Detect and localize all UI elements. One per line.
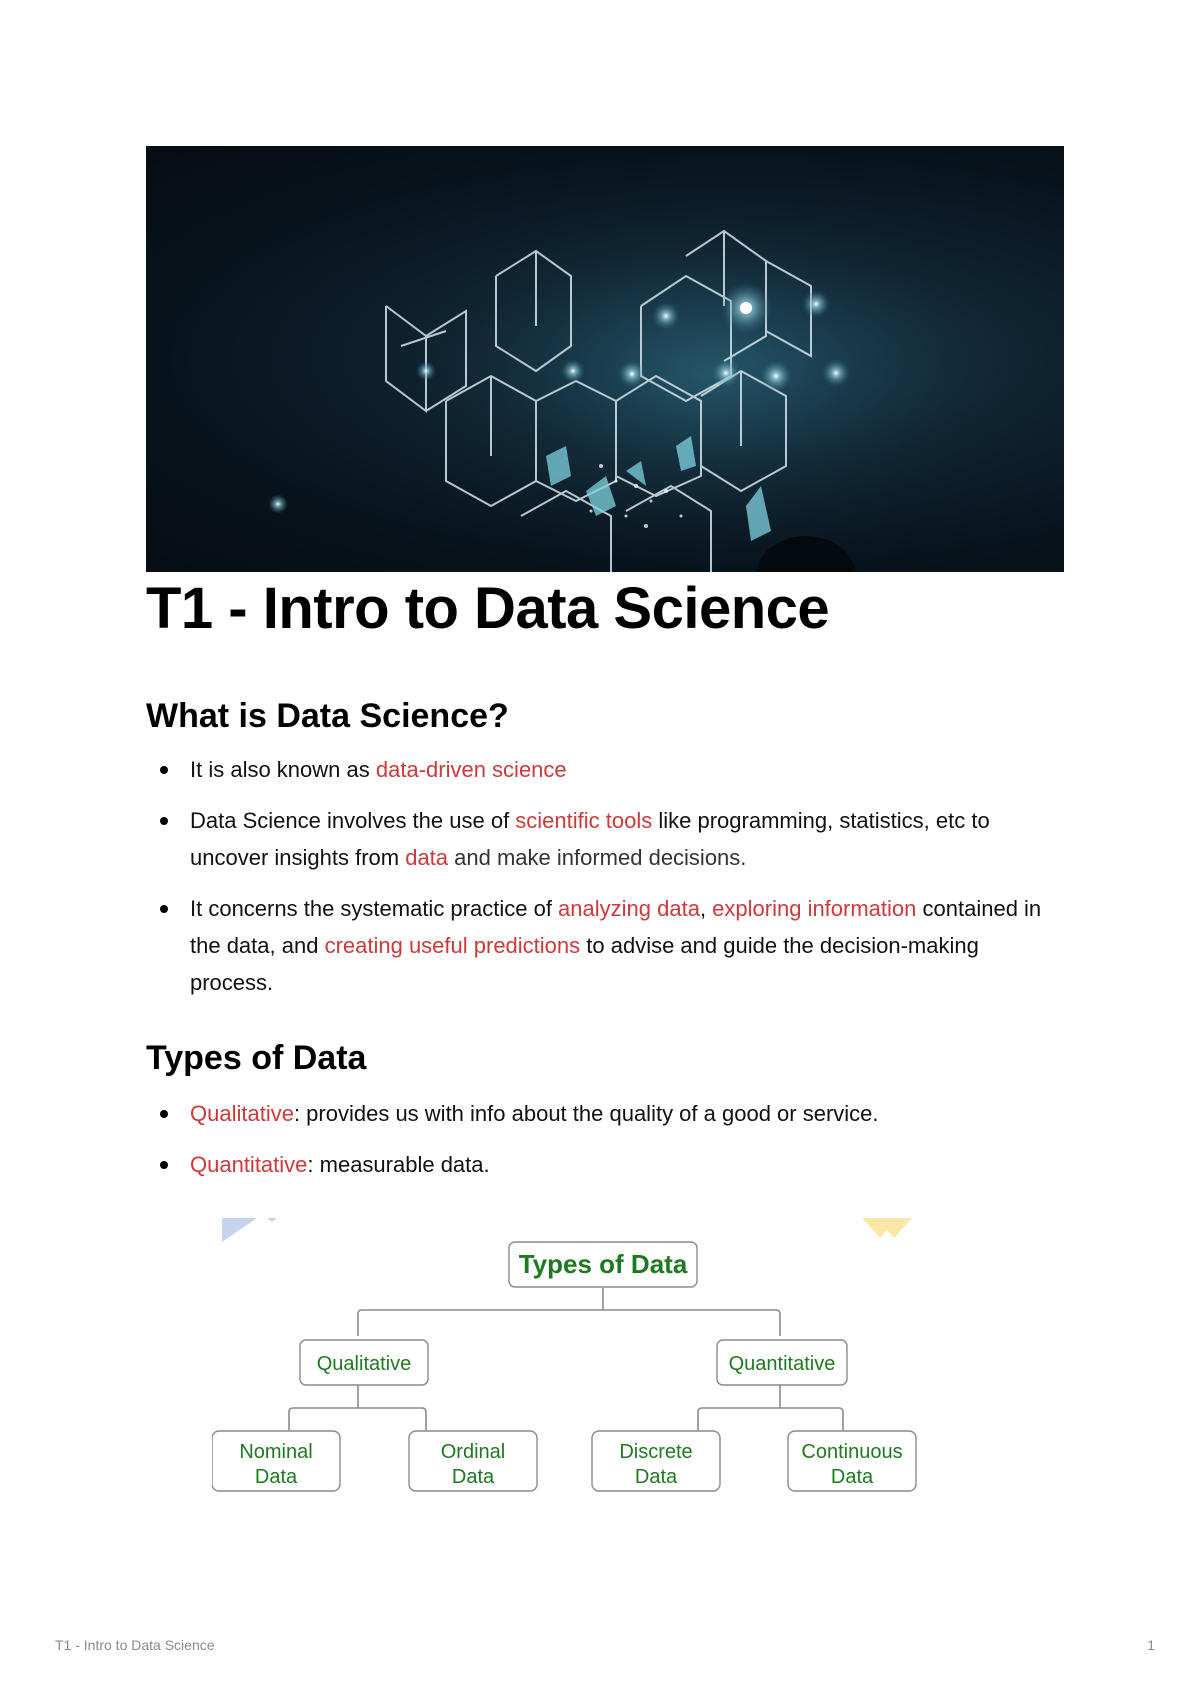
- connector-quantitative-children: [697, 1407, 844, 1430]
- list-item-text: : provides us with info about the qualit…: [293, 1101, 879, 1126]
- node-root: Types of Data: [508, 1241, 698, 1288]
- node-ordinal-line2: Data: [452, 1466, 495, 1488]
- node-nominal-line1: Nominal: [239, 1441, 312, 1463]
- node-continuous-line1: Continuous: [801, 1441, 902, 1463]
- highlighted-term: data: [405, 845, 449, 870]
- diagram-svg: Types of Data Qualitative Quantitative N…: [211, 1218, 917, 1492]
- footer-document-title: T1 - Intro to Data Science: [55, 1637, 215, 1653]
- node-continuous-data: Continuous Data: [787, 1430, 917, 1492]
- list-item: It concerns the systematic practice of a…: [146, 890, 1066, 1001]
- node-nominal-line2: Data: [255, 1466, 298, 1488]
- decorative-blue-dot: [267, 1218, 277, 1222]
- node-qualitative: Qualitative: [299, 1339, 429, 1386]
- bullet-icon: [160, 766, 168, 774]
- node-quantitative: Quantitative: [716, 1339, 848, 1386]
- decorative-blue-shape: [222, 1218, 257, 1242]
- highlighted-term: analyzing data: [558, 896, 700, 921]
- highlighted-term: Quantitative: [190, 1152, 308, 1177]
- page-title: T1 - Intro to Data Science: [146, 576, 830, 641]
- document-page: T1 - Intro to Data Science What is Data …: [0, 0, 1200, 1697]
- node-discrete-data: Discrete Data: [591, 1430, 721, 1492]
- node-ordinal-data: Ordinal Data: [408, 1430, 538, 1492]
- section-heading-types-of-data: Types of Data: [146, 1039, 367, 1077]
- footer-page-number: 1: [1147, 1637, 1155, 1653]
- highlighted-term: data-driven science: [375, 757, 567, 782]
- list-item: It is also known as data-driven science: [146, 751, 1066, 788]
- list-item-text: It concerns the systematic practice of: [190, 896, 559, 921]
- list-item-text: It is also known as: [190, 757, 376, 782]
- list-item: Data Science involves the use of scienti…: [146, 802, 1066, 876]
- node-discrete-line1: Discrete: [619, 1441, 692, 1463]
- cover-image-art: [268, 176, 1046, 572]
- cover-image: [146, 146, 1064, 572]
- bullet-icon: [160, 1110, 168, 1118]
- highlighted-term: creating useful predictions: [324, 933, 581, 958]
- bullet-icon: [160, 905, 168, 913]
- list-item: Quantitative: measurable data.: [146, 1146, 1066, 1183]
- node-quantitative-label: Quantitative: [729, 1353, 836, 1375]
- connector-qualitative-children: [288, 1407, 427, 1430]
- node-root-label: Types of Data: [519, 1249, 688, 1279]
- list-item-text: ,: [699, 896, 713, 921]
- bullet-icon: [160, 1161, 168, 1169]
- node-qualitative-label: Qualitative: [317, 1353, 412, 1375]
- highlighted-term: scientific tools: [515, 808, 653, 833]
- list-item-text: : measurable data.: [307, 1152, 490, 1177]
- decorative-yellow-shape: [862, 1218, 912, 1238]
- types-of-data-list: Qualitative: provides us with info about…: [146, 1095, 1066, 1197]
- node-discrete-line2: Data: [635, 1466, 678, 1488]
- list-item-text: and make informed decisions.: [448, 845, 747, 870]
- list-item-text: Data Science involves the use of: [190, 808, 516, 833]
- connector-level1: [357, 1309, 781, 1336]
- what-is-data-science-list: It is also known as data-driven science D…: [146, 751, 1066, 1015]
- highlighted-term: Qualitative: [190, 1101, 294, 1126]
- highlighted-term: exploring information: [712, 896, 917, 921]
- bullet-icon: [160, 817, 168, 825]
- list-item: Qualitative: provides us with info about…: [146, 1095, 1066, 1132]
- node-nominal-data: Nominal Data: [211, 1430, 341, 1492]
- node-continuous-line2: Data: [831, 1466, 874, 1488]
- node-ordinal-line1: Ordinal: [441, 1441, 505, 1463]
- types-of-data-diagram: Types of Data Qualitative Quantitative N…: [211, 1218, 972, 1518]
- section-heading-what-is-data-science: What is Data Science?: [146, 697, 509, 735]
